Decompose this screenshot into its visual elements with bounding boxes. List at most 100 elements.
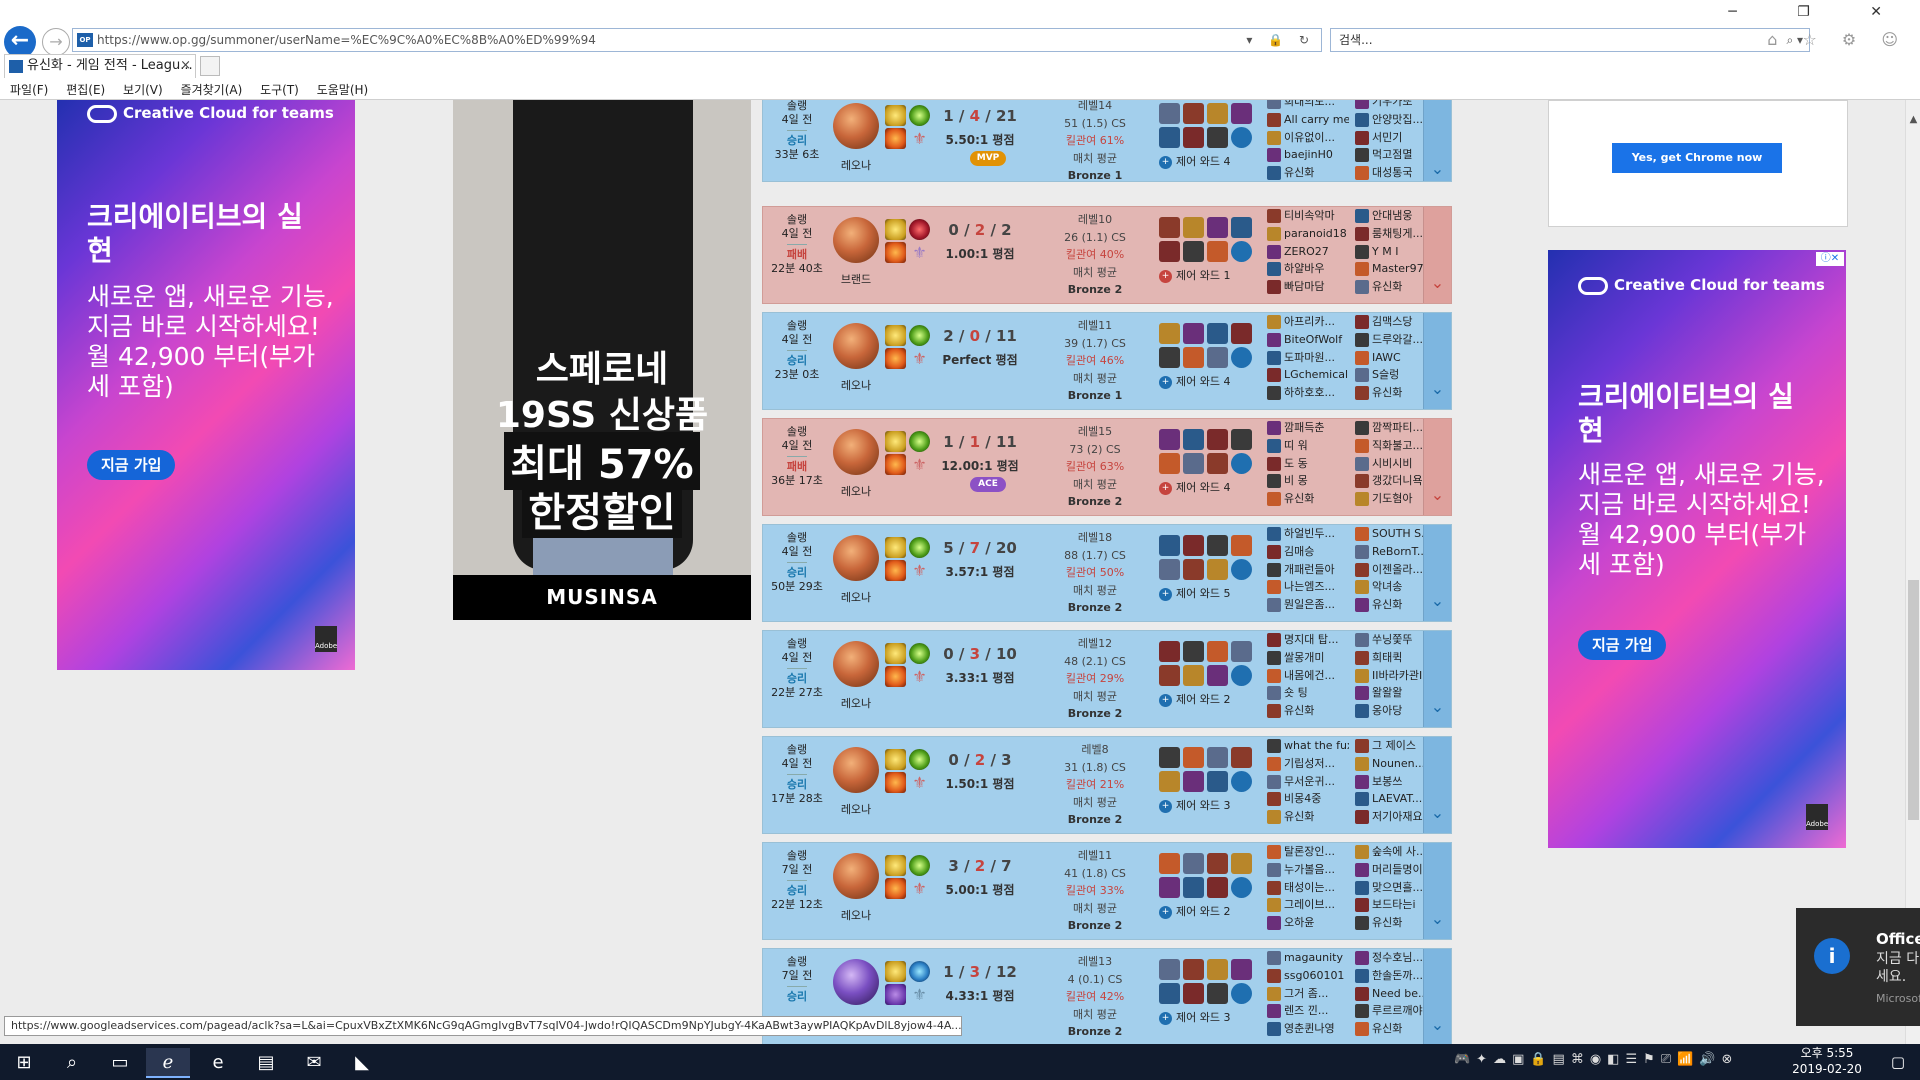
item-icon[interactable] bbox=[1159, 535, 1180, 556]
item-icon[interactable] bbox=[1183, 323, 1204, 344]
match-row[interactable]: 솔랭 4일 전 패배 22분 40초 브랜드 ⚜ 0 / 2 / 2 1.00:1 평점 레벨1… bbox=[762, 206, 1452, 304]
item-icon[interactable] bbox=[1183, 983, 1204, 1004]
office-notification[interactable]: i Office 지금 다 세요. Microsoft bbox=[1796, 908, 1920, 1026]
item-icon[interactable] bbox=[1183, 771, 1204, 792]
chrome-ad[interactable]: Yes, get Chrome now bbox=[1548, 100, 1848, 227]
item-icon[interactable] bbox=[1183, 641, 1204, 662]
page-scrollbar[interactable]: ▲ bbox=[1905, 100, 1920, 1044]
item-icon[interactable] bbox=[1231, 747, 1252, 768]
champion-portrait[interactable] bbox=[833, 959, 879, 1005]
trinket-ward-icon[interactable] bbox=[1231, 665, 1252, 686]
address-controls[interactable]: ▾ 🔒 ↻ bbox=[1246, 29, 1315, 51]
team-player[interactable]: 그거 좀... bbox=[1267, 985, 1349, 1003]
team-player[interactable]: 비 몽 bbox=[1267, 472, 1349, 490]
ie-icon[interactable]: ℯ bbox=[146, 1048, 190, 1078]
expand-details-button[interactable]: ⌄ bbox=[1423, 207, 1451, 303]
cc-signup-button[interactable]: 지금 가입 bbox=[87, 450, 176, 480]
item-icon[interactable] bbox=[1207, 127, 1228, 148]
item-icon[interactable] bbox=[1183, 877, 1204, 898]
menu-file[interactable]: 파일(F) bbox=[10, 80, 48, 100]
team-player[interactable]: 띠 워 bbox=[1267, 437, 1349, 455]
team-player[interactable]: 명지대 탑... bbox=[1267, 631, 1349, 649]
item-icon[interactable] bbox=[1183, 453, 1204, 474]
address-bar[interactable]: OP https://www.op.gg/summoner/userName=%… bbox=[72, 28, 1322, 52]
team-player[interactable]: 김매승 bbox=[1267, 543, 1349, 561]
item-icon[interactable] bbox=[1231, 641, 1252, 662]
champion-portrait[interactable] bbox=[833, 853, 879, 899]
item-icon[interactable] bbox=[1159, 771, 1180, 792]
team-player[interactable]: 그레이브... bbox=[1267, 896, 1349, 914]
item-icon[interactable] bbox=[1207, 747, 1228, 768]
champion-portrait[interactable] bbox=[833, 429, 879, 475]
item-icon[interactable] bbox=[1207, 323, 1228, 344]
creative-cloud-ad-left[interactable]: Creative Cloud for teams 크리에이티브의 실현 새로운 … bbox=[57, 100, 355, 670]
expand-details-button[interactable]: ⌄ bbox=[1423, 631, 1451, 727]
item-icon[interactable] bbox=[1183, 103, 1204, 124]
item-icon[interactable] bbox=[1183, 853, 1204, 874]
team-player[interactable]: 누가볼음... bbox=[1267, 861, 1349, 879]
trinket-ward-icon[interactable] bbox=[1231, 771, 1252, 792]
scroll-thumb[interactable] bbox=[1908, 580, 1919, 820]
team-player[interactable]: 쌀몽개미 bbox=[1267, 649, 1349, 667]
champion-portrait[interactable] bbox=[833, 217, 879, 263]
item-icon[interactable] bbox=[1207, 103, 1228, 124]
item-icon[interactable] bbox=[1207, 983, 1228, 1004]
team-player[interactable]: 도파마원... bbox=[1267, 349, 1349, 367]
team-player[interactable]: 하하호호... bbox=[1267, 384, 1349, 402]
item-icon[interactable] bbox=[1231, 429, 1252, 450]
item-icon[interactable] bbox=[1231, 853, 1252, 874]
get-chrome-button[interactable]: Yes, get Chrome now bbox=[1612, 143, 1782, 173]
item-icon[interactable] bbox=[1159, 983, 1180, 1004]
champion-portrait[interactable] bbox=[833, 535, 879, 581]
item-icon[interactable] bbox=[1183, 217, 1204, 238]
item-icon[interactable] bbox=[1159, 877, 1180, 898]
system-tray[interactable]: 🎮✦☁▣🔒▤⌘◉◧☰⚑⎚📶🔊⊗ bbox=[1454, 1052, 1738, 1067]
team-player[interactable]: 하얼빈두... bbox=[1267, 525, 1349, 543]
match-row[interactable]: 솔랭 4일 전 승리 33분 6초 레오나 ⚜ 1 / 4 / 21 5.50:1 평점 MVP… bbox=[762, 100, 1452, 182]
item-icon[interactable] bbox=[1159, 323, 1180, 344]
item-icon[interactable] bbox=[1207, 853, 1228, 874]
team-player[interactable]: 나는엠즈... bbox=[1267, 578, 1349, 596]
team-player[interactable]: 개패런들아 bbox=[1267, 561, 1349, 579]
team-player[interactable]: 티비속악마 bbox=[1267, 207, 1349, 225]
team-player[interactable]: 영춘퀸나영 bbox=[1267, 1020, 1349, 1038]
team-player[interactable]: 기립성저... bbox=[1267, 755, 1349, 773]
item-icon[interactable] bbox=[1207, 217, 1228, 238]
scroll-up-icon[interactable]: ▲ bbox=[1906, 114, 1920, 125]
item-icon[interactable] bbox=[1207, 559, 1228, 580]
team-player[interactable]: 깜패득춘 bbox=[1267, 419, 1349, 437]
champion-portrait[interactable] bbox=[833, 641, 879, 687]
team-player[interactable]: 유신화 bbox=[1267, 490, 1349, 508]
item-icon[interactable] bbox=[1159, 665, 1180, 686]
item-icon[interactable] bbox=[1159, 127, 1180, 148]
match-row[interactable]: 솔랭 4일 전 승리 23분 0초 레오나 ⚜ 2 / 0 / 11 Perfect 평점 레벨… bbox=[762, 312, 1452, 410]
expand-details-button[interactable]: ⌄ bbox=[1423, 843, 1451, 939]
team-player[interactable]: 이유없이... bbox=[1267, 129, 1349, 147]
mail-icon[interactable]: ✉ bbox=[292, 1048, 336, 1078]
item-icon[interactable] bbox=[1207, 241, 1228, 262]
team-player[interactable]: 숏 팅 bbox=[1267, 684, 1349, 702]
expand-details-button[interactable]: ⌄ bbox=[1423, 525, 1451, 621]
windows-start-icon[interactable]: ⊞ bbox=[2, 1048, 46, 1078]
expand-details-button[interactable]: ⌄ bbox=[1423, 737, 1451, 833]
match-row[interactable]: 솔랭 4일 전 승리 50분 29초 레오나 ⚜ 5 / 7 / 20 3.57:1 평점 레벨… bbox=[762, 524, 1452, 622]
team-player[interactable]: 유신화 bbox=[1267, 702, 1349, 720]
champion-portrait[interactable] bbox=[833, 103, 879, 149]
clock[interactable]: 오후 5:55 2019-02-20 bbox=[1782, 1045, 1872, 1077]
league-client-icon[interactable]: ◣ bbox=[340, 1048, 384, 1078]
team-player[interactable]: magaunity bbox=[1267, 949, 1349, 967]
file-explorer-icon[interactable]: ▤ bbox=[244, 1048, 288, 1078]
forward-button[interactable]: → bbox=[42, 28, 70, 56]
trinket-ward-icon[interactable] bbox=[1231, 127, 1252, 148]
item-icon[interactable] bbox=[1183, 559, 1204, 580]
team-player[interactable]: All carry me bbox=[1267, 111, 1349, 129]
item-icon[interactable] bbox=[1207, 771, 1228, 792]
item-icon[interactable] bbox=[1159, 103, 1180, 124]
item-icon[interactable] bbox=[1183, 665, 1204, 686]
menu-view[interactable]: 보기(V) bbox=[123, 80, 163, 100]
trinket-ward-icon[interactable] bbox=[1231, 983, 1252, 1004]
item-icon[interactable] bbox=[1231, 323, 1252, 344]
item-icon[interactable] bbox=[1231, 959, 1252, 980]
champion-portrait[interactable] bbox=[833, 323, 879, 369]
team-player[interactable]: ZERO27 bbox=[1267, 243, 1349, 261]
